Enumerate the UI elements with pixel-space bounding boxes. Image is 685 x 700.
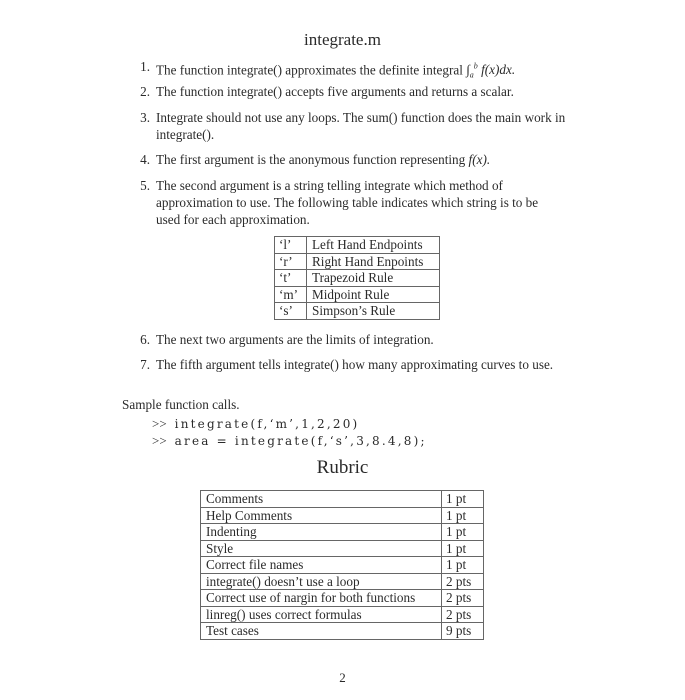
item-number: 7.	[140, 357, 150, 372]
list-item: 7. The fifth argument tells integrate() …	[0, 356, 685, 390]
item-text: The next two arguments are the limits of…	[156, 332, 434, 347]
list-item: 5. The second argument is a string telli…	[0, 177, 685, 228]
approximation-table-row: ‘t’ Trapezoid Rule	[274, 269, 440, 287]
item-text: The second argument is a string telling …	[156, 178, 539, 227]
document-title: integrate.m	[304, 30, 381, 49]
integral-lower: a	[469, 71, 474, 81]
item-text: The first argument is the anonymous func…	[156, 151, 566, 168]
item-text: Integrate should not use any loops. The …	[156, 110, 566, 142]
list-item: 3. Integrate should not use any loops. T…	[0, 109, 685, 143]
rubric-table-body: Comments 1 pt Help Comments 1 pt Indenting 1 …	[200, 490, 484, 640]
rubric-criterion: integrate() doesn’t use a loop	[200, 572, 442, 590]
rubric-row: Comments 1 pt	[200, 490, 484, 508]
rubric-table: Comments 1 pt Help Comments 1 pt Indenting 1 …	[200, 490, 484, 640]
sample-call-text: integrate(f,‘m’,1,2,20)	[174, 417, 360, 431]
item-number: 6.	[140, 332, 150, 347]
rubric-criterion: Indenting	[200, 523, 442, 541]
method-key: ‘t’	[274, 269, 307, 287]
method-key: ‘m’	[274, 285, 307, 303]
rubric-row: Style 1 pt	[200, 539, 484, 557]
integral-upper: b	[473, 62, 478, 71]
rubric-row: Correct file names 1 pt	[200, 556, 484, 574]
list-item: 2. The function integrate() accepts five…	[0, 83, 685, 100]
method-key: ‘r’	[274, 252, 307, 270]
approximation-table-body: ‘l’ Left Hand Endpoints ‘r’ Right Hand Enpo…	[274, 236, 440, 320]
method-name: Midpoint Rule	[306, 285, 440, 303]
list-item: 6. The next two arguments are the limits…	[0, 331, 685, 348]
rubric-criterion: Style	[200, 539, 442, 557]
rubric-criterion: linreg() uses correct formulas	[200, 605, 442, 623]
list-item: 4. The first argument is the anonymous f…	[0, 151, 685, 168]
method-key: ‘l’	[274, 236, 307, 254]
rubric-points: 1 pt	[441, 556, 484, 574]
rubric-points: 2 pts	[441, 605, 484, 623]
method-name: Right Hand Enpoints	[306, 252, 440, 270]
approximation-method-table: ‘l’ Left Hand Endpoints ‘r’ Right Hand Enpo…	[274, 236, 440, 320]
list-item: 1. The function integrate() approximates…	[0, 58, 685, 80]
integral-expression: ∫ab f(x)dx.	[466, 62, 516, 81]
rubric-row: linreg() uses correct formulas 2 pts	[200, 605, 484, 623]
item-text: The function integrate() accepts five ar…	[156, 84, 514, 99]
item-number: 5.	[140, 178, 150, 193]
approximation-table-row: ‘m’ Midpoint Rule	[274, 285, 440, 303]
page-number: 2	[339, 670, 346, 685]
rubric-row: integrate() doesn’t use a loop 2 pts	[200, 572, 484, 590]
item-text-body: The function integrate() approximates th…	[156, 62, 463, 78]
item-number: 1.	[140, 59, 150, 74]
approximation-table-row: ‘s’ Simpson’s Rule	[274, 302, 440, 320]
item-number: 2.	[140, 84, 150, 99]
rubric-points: 1 pt	[441, 490, 484, 508]
rubric-points: 2 pts	[441, 572, 484, 590]
rubric-criterion: Help Comments	[200, 506, 442, 524]
rubric-criterion: Comments	[200, 490, 442, 508]
rubric-criterion: Correct use of nargin for both functions	[200, 589, 442, 607]
item-number: 3.	[140, 110, 150, 125]
approximation-table-row: ‘l’ Left Hand Endpoints	[274, 236, 440, 254]
rubric-points: 2 pts	[441, 589, 484, 607]
item-text: The fifth argument tells integrate() how…	[156, 357, 554, 372]
sample-heading: Sample function calls.	[122, 397, 240, 412]
rubric-title: Rubric	[316, 457, 369, 478]
rubric-points: 9 pts	[441, 622, 484, 640]
item-text-body: The first argument is the anonymous func…	[156, 152, 466, 167]
sample-call: >> area = integrate(f,‘s’,3,8.4,8);	[152, 433, 427, 449]
method-key: ‘s’	[274, 302, 307, 320]
item-text: The function integrate() approximates th…	[156, 58, 566, 84]
rubric-row: Correct use of nargin for both functions…	[200, 589, 484, 607]
math-fx: f(x).	[468, 152, 491, 167]
rubric-points: 1 pt	[441, 506, 484, 524]
method-name: Left Hand Endpoints	[306, 236, 440, 254]
prompt-symbol: >>	[152, 416, 167, 431]
rubric-row: Test cases 9 pts	[200, 622, 484, 640]
rubric-row: Indenting 1 pt	[200, 523, 484, 541]
rubric-points: 1 pt	[441, 523, 484, 541]
method-name: Trapezoid Rule	[306, 269, 440, 287]
rubric-points: 1 pt	[441, 539, 484, 557]
rubric-row: Help Comments 1 pt	[200, 506, 484, 524]
approximation-table-row: ‘r’ Right Hand Enpoints	[274, 252, 440, 270]
rubric-criterion: Test cases	[200, 622, 442, 640]
rubric-criterion: Correct file names	[200, 556, 442, 574]
integrand: f(x)dx.	[481, 62, 516, 78]
method-name: Simpson’s Rule	[306, 302, 440, 320]
sample-call-text: area = integrate(f,‘s’,3,8.4,8);	[174, 434, 427, 448]
item-number: 4.	[140, 152, 150, 167]
prompt-symbol: >>	[152, 433, 167, 448]
sample-call: >> integrate(f,‘m’,1,2,20)	[152, 416, 359, 432]
